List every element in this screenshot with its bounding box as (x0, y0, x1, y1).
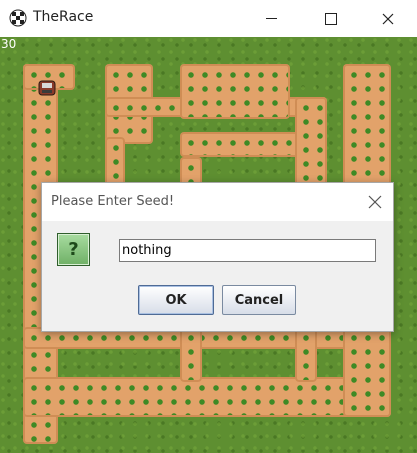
track-segment (23, 377, 391, 417)
dialog-title: Please Enter Seed! (51, 194, 175, 209)
track-segment (343, 327, 391, 417)
close-button[interactable] (362, 0, 414, 37)
maximize-icon (325, 12, 337, 25)
track-segment (343, 64, 391, 194)
track-segment (180, 327, 202, 382)
window-titlebar[interactable]: TheRace (0, 0, 417, 37)
track-segment (295, 327, 317, 382)
dialog-titlebar[interactable]: Please Enter Seed! (42, 183, 393, 221)
question-icon: ? (57, 233, 90, 266)
ok-button[interactable]: OK (138, 285, 214, 315)
window-title: TheRace (33, 9, 94, 25)
seed-dialog[interactable]: Please Enter Seed! ? nothing OK Cancel (41, 182, 394, 332)
app-icon (9, 9, 27, 27)
question-glyph: ? (68, 239, 79, 260)
minimize-icon (265, 18, 277, 19)
close-icon (382, 13, 394, 24)
seed-input[interactable]: nothing (119, 239, 376, 262)
car-icon (38, 80, 56, 96)
maximize-button[interactable] (305, 0, 357, 37)
cancel-button[interactable]: Cancel (222, 285, 296, 315)
track-segment (180, 64, 290, 119)
minimize-button[interactable] (245, 0, 297, 37)
dialog-close-icon[interactable] (367, 194, 383, 210)
score-counter: 30 (1, 37, 17, 51)
